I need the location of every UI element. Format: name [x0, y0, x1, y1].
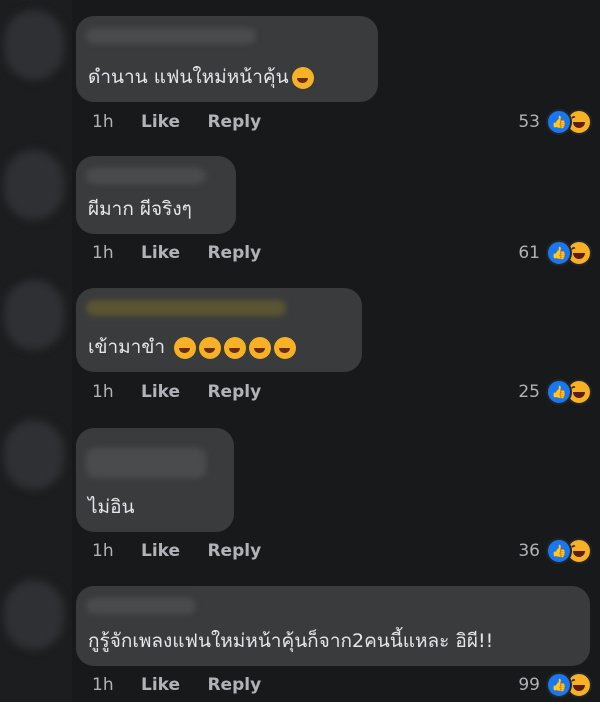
reaction-summary[interactable]: 99 👍	[518, 671, 592, 699]
comment-text-content: เข้ามาขำ	[88, 336, 166, 358]
avatar-column	[0, 0, 72, 702]
like-icon: 👍	[546, 672, 572, 698]
comment-text-content: ดำนาน แฟนใหม่หน้าคุ้น	[88, 66, 289, 88]
comment-actions: 1h Like Reply	[92, 243, 283, 267]
comment-text-content: กูรู้จักเพลงแฟนใหม่หน้าคุ้นก็จาก2คนนี้แห…	[88, 630, 494, 652]
like-icon: 👍	[546, 379, 572, 405]
comment-text: ผีมาก ผีจริงๆ	[88, 197, 192, 221]
reply-button[interactable]: Reply	[207, 541, 261, 561]
like-button[interactable]: Like	[141, 382, 180, 402]
avatar[interactable]	[4, 580, 64, 650]
reply-button[interactable]: Reply	[207, 243, 261, 263]
avatar[interactable]	[4, 10, 64, 80]
like-button[interactable]: Like	[141, 112, 180, 132]
reply-button[interactable]: Reply	[207, 382, 261, 402]
comment-actions: 1h Like Reply	[92, 541, 283, 565]
author-name-blurred[interactable]	[86, 300, 286, 316]
comment-text: กูรู้จักเพลงแฟนใหม่หน้าคุ้นก็จาก2คนนี้แห…	[88, 629, 493, 653]
author-name-blurred[interactable]	[86, 28, 256, 44]
comment-text: เข้ามาขำ	[88, 335, 297, 359]
like-icon: 👍	[546, 240, 572, 266]
like-icon: 👍	[546, 538, 572, 564]
author-name-blurred[interactable]	[86, 448, 206, 478]
comment-actions: 1h Like Reply	[92, 112, 283, 136]
rofl-emoji-icon	[224, 336, 247, 359]
reply-button[interactable]: Reply	[207, 112, 261, 132]
reaction-summary[interactable]: 53 👍	[518, 108, 592, 136]
timestamp[interactable]: 1h	[92, 382, 114, 402]
like-button[interactable]: Like	[141, 243, 180, 263]
rofl-emoji-icon	[174, 336, 197, 359]
comment-actions: 1h Like Reply	[92, 382, 283, 406]
reaction-count: 53	[518, 112, 540, 132]
comment-bubble: ดำนาน แฟนใหม่หน้าคุ้น	[76, 16, 378, 102]
comment-text: ดำนาน แฟนใหม่หน้าคุ้น	[88, 65, 314, 89]
comment-bubble: ผีมาก ผีจริงๆ	[76, 156, 236, 234]
comment-bubble: ไม่อิน	[76, 428, 234, 532]
avatar[interactable]	[4, 420, 64, 490]
avatar[interactable]	[4, 280, 64, 350]
reaction-summary[interactable]: 36 👍	[518, 537, 592, 565]
comment-text-content: ไม่อิน	[88, 496, 135, 518]
reaction-count: 36	[518, 541, 540, 561]
reply-button[interactable]: Reply	[207, 675, 261, 695]
reaction-summary[interactable]: 25 👍	[518, 378, 592, 406]
rofl-emoji-icon	[274, 336, 297, 359]
timestamp[interactable]: 1h	[92, 541, 114, 561]
reaction-summary[interactable]: 61 👍	[518, 239, 592, 267]
like-button[interactable]: Like	[141, 675, 180, 695]
rofl-emoji-icon	[249, 336, 272, 359]
laughing-emoji-icon	[291, 66, 314, 89]
rofl-emoji-icon	[199, 336, 222, 359]
like-button[interactable]: Like	[141, 541, 180, 561]
author-name-blurred[interactable]	[86, 598, 196, 614]
comment-text-content: ผีมาก ผีจริงๆ	[88, 198, 192, 220]
comment-bubble: เข้ามาขำ	[76, 288, 362, 372]
comment-actions: 1h Like Reply	[92, 675, 283, 699]
reaction-count: 99	[518, 675, 540, 695]
comment-text: ไม่อิน	[88, 495, 134, 519]
comment-bubble: กูรู้จักเพลงแฟนใหม่หน้าคุ้นก็จาก2คนนี้แห…	[76, 586, 590, 666]
avatar[interactable]	[4, 150, 64, 220]
reaction-count: 61	[518, 243, 540, 263]
timestamp[interactable]: 1h	[92, 112, 114, 132]
timestamp[interactable]: 1h	[92, 243, 114, 263]
like-icon: 👍	[546, 109, 572, 135]
timestamp[interactable]: 1h	[92, 675, 114, 695]
author-name-blurred[interactable]	[86, 168, 206, 184]
reaction-count: 25	[518, 382, 540, 402]
